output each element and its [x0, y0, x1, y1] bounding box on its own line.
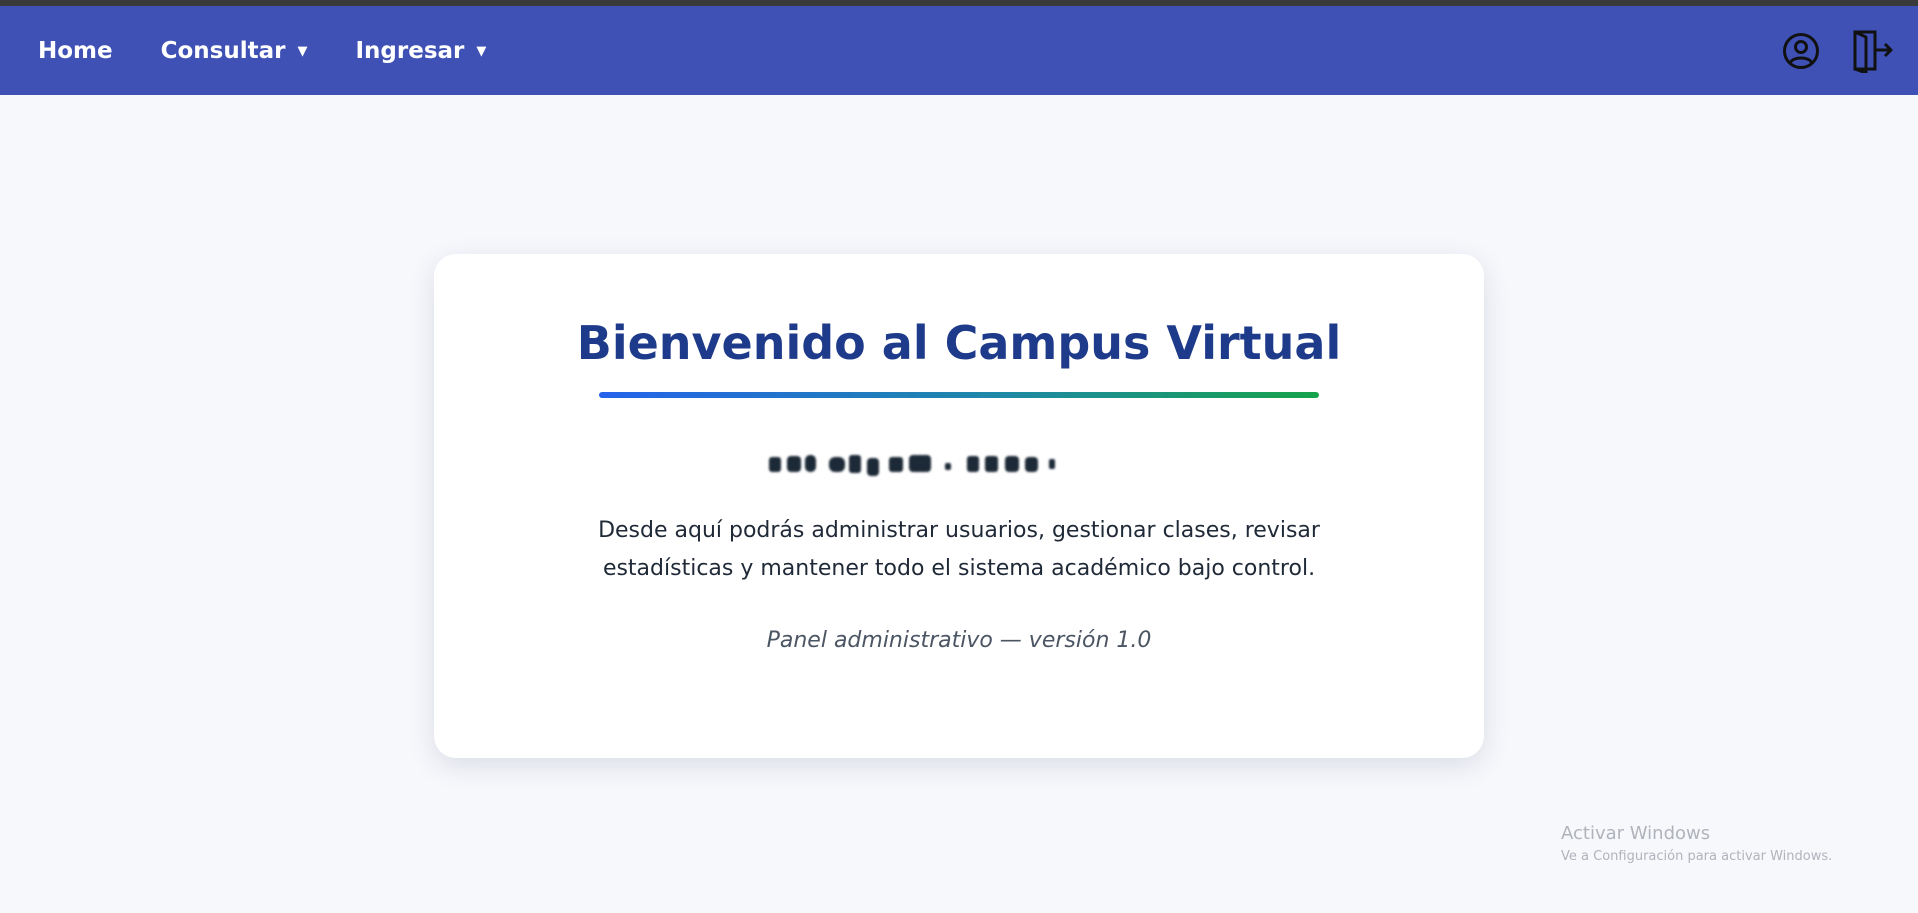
page-title: Bienvenido al Campus Virtual [576, 316, 1342, 370]
welcome-card: Bienvenido al Campus Virtual Desde aquí … [434, 254, 1484, 758]
title-underline [599, 392, 1319, 398]
nav-item-label: Home [38, 37, 113, 64]
top-navbar: Home Consultar ▼ Ingresar ▼ [0, 6, 1918, 95]
obscured-text-graphic [769, 455, 1055, 476]
obscured-subtitle [749, 449, 1169, 479]
user-profile-button[interactable] [1782, 32, 1820, 70]
nav-item-consultar[interactable]: Consultar ▼ [161, 38, 308, 64]
watermark-subtitle: Ve a Configuración para activar Windows. [1561, 849, 1833, 864]
windows-activation-watermark: Activar Windows Ve a Configuración para … [1561, 822, 1832, 866]
nav-item-label: Ingresar [355, 37, 465, 64]
watermark-title: Activar Windows [1561, 823, 1711, 844]
caret-down-icon: ▼ [476, 44, 487, 59]
welcome-description: Desde aquí podrás administrar usuarios, … [598, 518, 1320, 581]
nav-item-ingresar[interactable]: Ingresar ▼ [356, 38, 487, 64]
nav-right-actions [1782, 6, 1918, 95]
user-circle-icon [1783, 32, 1819, 69]
nav-item-label: Consultar [160, 37, 286, 64]
logout-door-icon [1853, 30, 1893, 73]
nav-item-home[interactable]: Home [38, 38, 113, 64]
caret-down-icon: ▼ [297, 44, 308, 59]
version-label: Panel administrativo — versión 1.0 [766, 628, 1152, 653]
logout-button[interactable] [1852, 29, 1894, 73]
